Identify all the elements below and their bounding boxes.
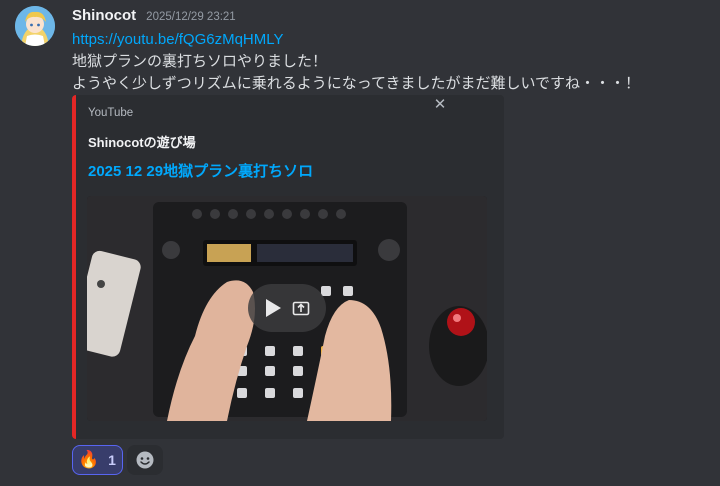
message-header: Shinocot 2025/12/29 23:21 [72, 7, 236, 27]
fire-emoji: 🔥 [78, 450, 100, 469]
username[interactable]: Shinocot [72, 7, 136, 24]
open-external-icon [292, 301, 310, 316]
reactions-bar: 🔥 1 [72, 445, 163, 475]
add-reaction-button[interactable] [127, 445, 163, 475]
play-button[interactable] [248, 284, 326, 332]
message-content: https://youtu.be/fQG6zMqHMLY 地獄プランの裏打ちソロ… [72, 29, 712, 95]
youtube-link[interactable]: https://youtu.be/fQG6zMqHMLY [72, 29, 712, 51]
close-icon[interactable]: ✕ [432, 97, 448, 113]
embed-title[interactable]: 2025 12 29地獄プラン裏打ちソロ [88, 160, 313, 181]
reaction-count: 1 [108, 452, 116, 468]
reaction-fire[interactable]: 🔥 1 [72, 445, 123, 475]
message-timestamp: 2025/12/29 23:21 [146, 11, 236, 23]
message-line-1: 地獄プランの裏打ちソロやりました！ [72, 53, 328, 70]
video-thumbnail[interactable] [87, 196, 487, 421]
embed-provider: YouTube [88, 107, 134, 119]
youtube-embed: YouTube Shinocotの遊び場 2025 12 29地獄プラン裏打ちソ… [72, 95, 504, 439]
add-reaction-icon [136, 451, 154, 469]
chat-message: Shinocot 2025/12/29 23:21 https://youtu.… [0, 0, 720, 486]
message-line-2: ようやく少しずつリズムに乗れるようになってきましたがまだ難しいですね・・・！ [72, 75, 641, 92]
embed-author[interactable]: Shinocotの遊び場 [88, 132, 196, 151]
user-avatar[interactable] [15, 6, 55, 46]
play-icon [266, 299, 281, 317]
